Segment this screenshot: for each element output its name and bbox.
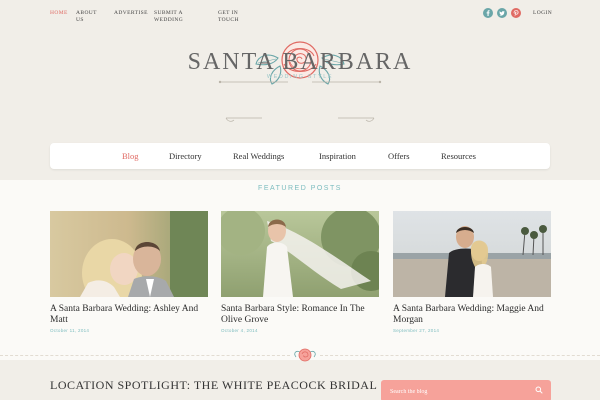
logo-ornament-bottom bbox=[225, 117, 375, 122]
post-date: October 4, 2014 bbox=[221, 328, 258, 333]
featured-heading: FEATURED POSTS bbox=[258, 185, 342, 192]
top-nav-submit-wedding[interactable]: SUBMIT A WEDDING bbox=[154, 10, 190, 23]
post-photo[interactable] bbox=[393, 211, 551, 297]
search-icon[interactable] bbox=[535, 386, 543, 394]
section-divider-left bbox=[0, 355, 290, 356]
post-title[interactable]: A Santa Barbara Wedding: Maggie And Morg… bbox=[393, 304, 551, 326]
featured-post-2[interactable]: Santa Barbara Style: Romance In The Oliv… bbox=[221, 211, 379, 333]
main-nav-offers[interactable]: Offers bbox=[388, 151, 410, 161]
main-nav: Blog Directory Real Weddings Inspiration… bbox=[50, 143, 550, 169]
top-nav-advertise[interactable]: ADVERTISE bbox=[114, 10, 148, 17]
top-nav-get-in-touch[interactable]: GET IN TOUCH bbox=[218, 10, 246, 23]
top-bar: HOME ABOUT US ADVERTISE SUBMIT A WEDDING… bbox=[0, 0, 600, 26]
login-link[interactable]: LOGIN bbox=[533, 10, 552, 16]
main-nav-real-weddings[interactable]: Real Weddings bbox=[233, 151, 284, 161]
featured-post-1[interactable]: A Santa Barbara Wedding: Ashley And Matt… bbox=[50, 211, 208, 333]
site-title[interactable]: SANTA BARBARA bbox=[0, 49, 600, 76]
facebook-icon[interactable] bbox=[483, 8, 493, 18]
search-input[interactable] bbox=[390, 385, 520, 399]
twitter-icon[interactable] bbox=[497, 8, 507, 18]
post-photo[interactable] bbox=[221, 211, 379, 297]
post-photo[interactable] bbox=[50, 211, 208, 297]
rose-divider-icon bbox=[294, 348, 316, 362]
search-box bbox=[381, 380, 551, 400]
featured-post-3[interactable]: A Santa Barbara Wedding: Maggie And Morg… bbox=[393, 211, 551, 333]
main-nav-blog[interactable]: Blog bbox=[122, 151, 139, 161]
post-title[interactable]: A Santa Barbara Wedding: Ashley And Matt bbox=[50, 304, 208, 326]
section-divider-right bbox=[320, 355, 600, 356]
main-nav-directory[interactable]: Directory bbox=[169, 151, 202, 161]
post-date: October 11, 2014 bbox=[50, 328, 90, 333]
top-nav-about-us[interactable]: ABOUT US bbox=[76, 10, 100, 23]
main-nav-inspiration[interactable]: Inspiration bbox=[319, 151, 356, 161]
location-spotlight-title[interactable]: LOCATION SPOTLIGHT: THE WHITE PEACOCK BR… bbox=[50, 378, 377, 393]
top-nav-home[interactable]: HOME bbox=[50, 10, 68, 17]
pinterest-icon[interactable] bbox=[511, 8, 521, 18]
post-date: September 27, 2014 bbox=[393, 328, 440, 333]
post-title[interactable]: Santa Barbara Style: Romance In The Oliv… bbox=[221, 304, 379, 326]
site-subtitle: WEDDING STYLE bbox=[266, 74, 334, 80]
main-nav-resources[interactable]: Resources bbox=[441, 151, 476, 161]
